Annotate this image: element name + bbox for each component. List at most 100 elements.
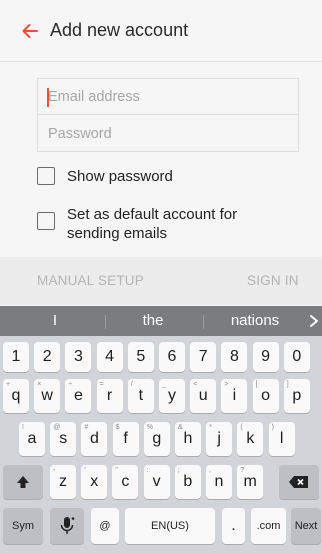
- key-g-hint: %: [146, 424, 154, 431]
- backspace-key[interactable]: [279, 465, 319, 499]
- key-1[interactable]: 1: [3, 342, 29, 372]
- key-j-hint: *: [209, 424, 212, 431]
- key-5-label: 5: [136, 348, 146, 365]
- key-p-hint: ]: [286, 381, 289, 388]
- key-v[interactable]: v:: [143, 465, 170, 499]
- key-w-hint: ×: [37, 381, 42, 388]
- email-placeholder: Email address: [48, 89, 140, 105]
- key-h-hint: &: [178, 424, 183, 431]
- login-fields: Email address Password: [37, 78, 299, 152]
- show-password-label[interactable]: Show password: [67, 167, 173, 186]
- key-9-label: 9: [261, 348, 271, 365]
- key-9[interactable]: 9: [252, 342, 279, 372]
- key-k[interactable]: k(: [237, 422, 264, 456]
- key-z[interactable]: z-: [50, 465, 76, 499]
- suggestion-item[interactable]: nations: [215, 312, 295, 329]
- key-o[interactable]: o[: [252, 379, 279, 413]
- key-n-hint: ,: [209, 467, 211, 474]
- at-key-label: @: [99, 520, 111, 532]
- key-0-label: 0: [292, 348, 302, 365]
- text-cursor: [47, 88, 49, 107]
- key-v-hint: :: [146, 467, 149, 474]
- key-g[interactable]: g%: [143, 422, 170, 456]
- space-key[interactable]: EN(US): [125, 508, 215, 544]
- show-password-checkbox[interactable]: [37, 167, 55, 185]
- key-h[interactable]: h &: [175, 422, 201, 456]
- key-m[interactable]: m?: [237, 465, 264, 499]
- key-u[interactable]: u <: [190, 379, 217, 413]
- key-w[interactable]: w ×: [34, 379, 61, 413]
- key-o-hint: [: [255, 381, 258, 388]
- key-a-hint: !: [22, 424, 24, 431]
- page-title: Add new account: [50, 20, 189, 40]
- key-f[interactable]: f $: [112, 422, 139, 456]
- period-key[interactable]: .: [222, 508, 245, 544]
- key-t-hint: /: [130, 381, 133, 388]
- space-key-label: EN(US): [151, 520, 189, 532]
- key-b[interactable]: b;: [174, 465, 201, 499]
- key-z-hint: -: [53, 467, 56, 474]
- key-b-hint: ;: [177, 467, 180, 474]
- key-6-label: 6: [167, 348, 177, 365]
- key-n[interactable]: n,: [206, 465, 232, 499]
- email-field[interactable]: Email address: [38, 79, 298, 115]
- shift-key[interactable]: [3, 465, 43, 499]
- add-account-screen: Add new account Email address Password S…: [0, 0, 322, 554]
- key-e-hint: ÷: [68, 381, 73, 388]
- default-account-label-line2[interactable]: sending emails: [67, 224, 167, 243]
- key-s[interactable]: s @: [50, 422, 77, 456]
- key-y[interactable]: y _: [159, 379, 185, 413]
- default-account-label-line1[interactable]: Set as default account for: [67, 205, 237, 224]
- key-j[interactable]: j *: [206, 422, 233, 456]
- key-e[interactable]: e ÷: [65, 379, 92, 413]
- key-i[interactable]: i >: [221, 379, 248, 413]
- key-a[interactable]: a!: [19, 422, 45, 456]
- key-k-hint: (: [240, 424, 243, 431]
- key-r[interactable]: r =: [96, 379, 123, 413]
- key-d[interactable]: d #: [81, 422, 108, 456]
- keyboard: 1 2 3 4 5 6 7 8 9 0 q + w × e ÷ r = t / y _ u < i > o[p] a! s @ d # f $ g%…: [0, 336, 322, 554]
- password-field[interactable]: Password: [38, 116, 298, 152]
- key-2[interactable]: 2: [34, 342, 61, 372]
- key-5[interactable]: 5: [127, 342, 154, 372]
- expand-suggestions-icon[interactable]: [309, 314, 319, 328]
- key-q[interactable]: q +: [3, 379, 29, 413]
- key-s-hint: @: [53, 424, 61, 431]
- next-key[interactable]: Next: [291, 508, 321, 544]
- sym-key-label: Sym: [12, 520, 34, 532]
- key-c[interactable]: c ": [112, 465, 139, 499]
- key-t[interactable]: t /: [127, 379, 154, 413]
- sym-key[interactable]: Sym: [3, 508, 43, 544]
- key-q-hint: +: [6, 381, 11, 388]
- key-x-hint: ': [84, 467, 86, 474]
- key-l-hint: ): [271, 424, 274, 431]
- key-3[interactable]: 3: [65, 342, 92, 372]
- key-p[interactable]: p]: [283, 379, 310, 413]
- key-4-label: 4: [105, 348, 115, 365]
- key-2-label: 2: [42, 348, 52, 365]
- key-3-label: 3: [73, 348, 83, 365]
- key-7[interactable]: 7: [190, 342, 217, 372]
- suggestion-item[interactable]: I: [20, 312, 90, 329]
- default-account-checkbox[interactable]: [37, 212, 55, 230]
- manual-setup-button[interactable]: MANUAL SETUP: [37, 273, 144, 288]
- key-x[interactable]: x ': [81, 465, 108, 499]
- key-0[interactable]: 0: [283, 342, 310, 372]
- suggestion-item[interactable]: the: [118, 312, 188, 329]
- key-l[interactable]: l): [268, 422, 295, 456]
- backspace-icon: [289, 476, 308, 488]
- key-6[interactable]: 6: [159, 342, 185, 372]
- voice-input-key[interactable]: [50, 508, 84, 544]
- back-arrow-icon[interactable]: [20, 21, 40, 41]
- key-8[interactable]: 8: [221, 342, 248, 372]
- at-key[interactable]: @: [91, 508, 119, 544]
- sign-in-button[interactable]: SIGN IN: [247, 273, 299, 288]
- key-f-hint: $: [115, 424, 120, 431]
- key-1-label: 1: [11, 348, 21, 365]
- dotcom-key[interactable]: .com: [251, 508, 286, 544]
- key-u-hint: <: [193, 381, 198, 388]
- key-r-hint: =: [99, 381, 104, 388]
- key-4[interactable]: 4: [96, 342, 123, 372]
- key-8-label: 8: [229, 348, 239, 365]
- shift-icon: [17, 476, 29, 488]
